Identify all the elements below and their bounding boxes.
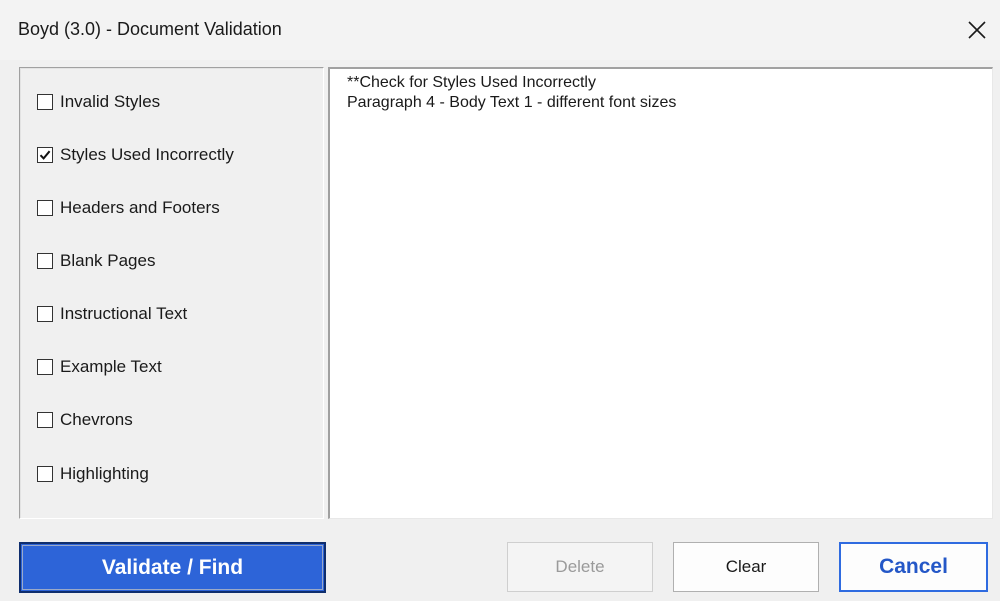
checkbox-label: Invalid Styles [60, 92, 161, 111]
title-bar: Boyd (3.0) - Document Validation [0, 0, 1000, 60]
clear-button[interactable]: Clear [673, 542, 819, 592]
checkbox-label: Example Text [60, 357, 162, 376]
checkbox-box[interactable] [37, 253, 53, 269]
delete-button[interactable]: Delete [507, 542, 653, 592]
close-button[interactable] [954, 8, 1000, 52]
checkbox-box[interactable] [37, 147, 53, 163]
checkbox-label: Instructional Text [60, 304, 188, 323]
validation-options-panel [19, 67, 324, 519]
validate-find-button[interactable]: Validate / Find [19, 542, 326, 593]
checkbox-label: Blank Pages [60, 251, 156, 270]
checkbox-label: Highlighting [60, 464, 149, 483]
checkbox-instructional-text[interactable]: Instructional Text [37, 303, 187, 325]
checkbox-label: Headers and Footers [60, 198, 220, 217]
checkmark-icon [39, 150, 51, 160]
checkbox-box[interactable] [37, 412, 53, 428]
checkbox-box[interactable] [37, 200, 53, 216]
checkbox-chevrons[interactable]: Chevrons [37, 409, 133, 431]
checkbox-blank-pages[interactable]: Blank Pages [37, 250, 155, 272]
results-textbox[interactable]: **Check for Styles Used Incorrectly Para… [328, 67, 993, 519]
checkbox-styles-used-incorrectly[interactable]: Styles Used Incorrectly [37, 144, 234, 166]
checkbox-headers-and-footers[interactable]: Headers and Footers [37, 197, 220, 219]
close-icon [968, 21, 986, 39]
cancel-button[interactable]: Cancel [839, 542, 988, 592]
window-title: Boyd (3.0) - Document Validation [18, 19, 282, 39]
results-line: Paragraph 4 - Body Text 1 - different fo… [347, 94, 677, 111]
checkbox-label: Styles Used Incorrectly [60, 145, 234, 164]
checkbox-box[interactable] [37, 94, 53, 110]
checkbox-example-text[interactable]: Example Text [37, 356, 162, 378]
checkbox-box[interactable] [37, 466, 53, 482]
results-line: **Check for Styles Used Incorrectly [347, 74, 596, 91]
checkbox-highlighting[interactable]: Highlighting [37, 463, 149, 485]
checkbox-label: Chevrons [60, 410, 133, 429]
checkbox-box[interactable] [37, 306, 53, 322]
checkbox-invalid-styles[interactable]: Invalid Styles [37, 91, 160, 113]
checkbox-box[interactable] [37, 359, 53, 375]
